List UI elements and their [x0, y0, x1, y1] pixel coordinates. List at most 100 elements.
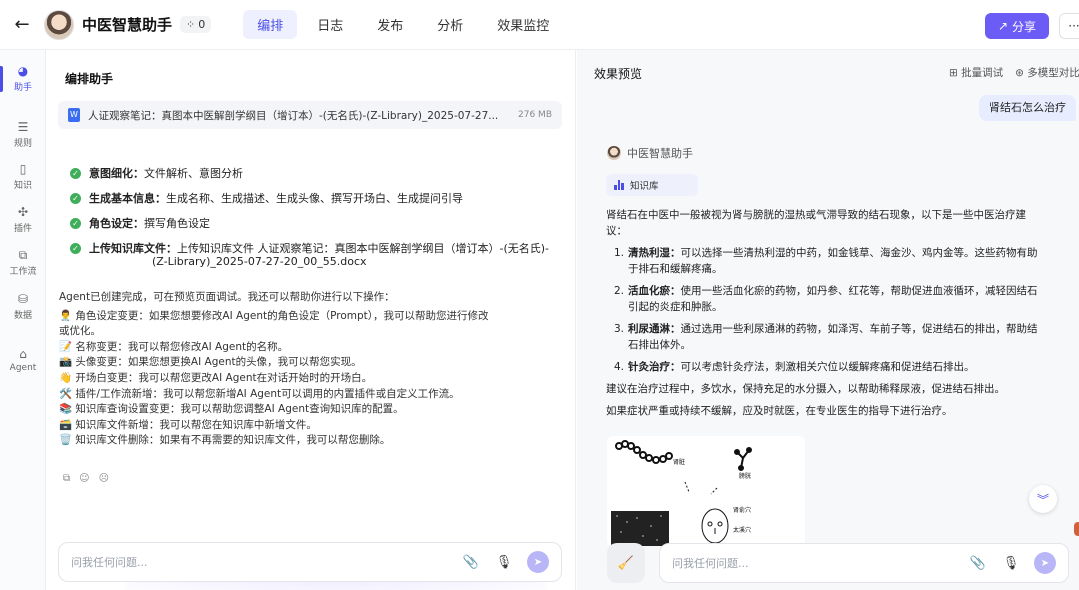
input-placeholder: 问我任何问题...	[71, 556, 148, 569]
checklist-item: ✓ 生成基本信息：生成名称、生成描述、生成头像、撰写开场白、生成提问引导	[70, 191, 550, 206]
treatment-list: 1. 清热利湿：可以选择一些清热利湿的中药，如金钱草、海金沙、鸡内金等。这些药物…	[606, 245, 1046, 375]
batch-debug-button[interactable]: ⊞ 批量调试	[949, 65, 1003, 80]
batch-icon: ⊞	[949, 67, 962, 79]
rail-item-rules[interactable]: ☰ 规则	[0, 120, 46, 149]
rail-label: Agent	[9, 363, 37, 373]
step-value: 通过选用一些利尿通淋的药物，如泽泻、车前子等，促进结石的排出，帮助结石排出体外。	[628, 323, 1038, 351]
message-line: 📸 头像变更：如果您想更换AI Agent的头像，我可以帮您实现。	[59, 356, 362, 369]
orchestration-panel: 编排助手 W 人证观察笔记：真图本中医解剖学纲目（增订本）-(无名氏)-(Z-L…	[46, 50, 576, 590]
message-line: 👋 开场白变更：我可以帮您更改AI Agent在对话开始时的开场白。	[59, 371, 373, 384]
rail-item-plugin[interactable]: ✣ 插件	[0, 205, 46, 234]
list-number: 1.	[614, 247, 625, 259]
compare-icon: ⊛	[1015, 67, 1028, 79]
send-icon[interactable]: ➤	[1034, 552, 1056, 574]
tab-orchestrate[interactable]: 编排	[243, 10, 298, 39]
share-button[interactable]: ↗ 分享	[985, 13, 1049, 39]
message-line: 或优化。	[59, 325, 101, 338]
check-icon: ✓	[70, 243, 81, 254]
message-line: 👨‍⚕️ 角色设定变更：如果您想要修改AI Agent的角色设定（Prompt）…	[59, 309, 489, 322]
thumbs-up-icon[interactable]: ☺	[79, 473, 89, 484]
tab-analytics[interactable]: 分析	[423, 10, 477, 39]
database-icon: ⛁	[17, 292, 29, 306]
team-icon: ⁘	[186, 18, 196, 31]
head-figure	[701, 508, 729, 544]
diagram-label: 肾脏	[673, 458, 685, 466]
knowledge-base-chip[interactable]: 知识库	[606, 174, 698, 196]
preview-title: 效果预览	[594, 67, 643, 81]
microphone-icon[interactable]: 🎙	[494, 552, 514, 572]
tab-publish[interactable]: 发布	[363, 10, 417, 39]
paperclip-icon[interactable]: 📎	[968, 553, 988, 573]
step-key: 活血化瘀：	[628, 285, 681, 297]
clear-chat-button[interactable]: 🧹	[607, 543, 645, 583]
thumbs-down-icon[interactable]: ☹	[99, 473, 109, 484]
answer-intro: 肾结石在中医中一般被视为肾与膀胱的湿热或气滞导致的结石现象，以下是一些中医治疗建	[606, 209, 1026, 221]
file-card[interactable]: W 人证观察笔记：真图本中医解剖学纲目（增订本）-(无名氏)-(Z-Librar…	[58, 101, 562, 129]
checklist-key: 意图细化：	[89, 167, 144, 180]
message-line: 📝 名称变更：我可以帮您修改AI Agent的名称。	[59, 340, 289, 353]
paperclip-icon[interactable]: 📎	[461, 552, 481, 572]
preview-panel: 效果预览 ⊞ 批量调试 ⊛ 多模型对比 肾结石怎么治疗 中医智慧助手 知识库 肾…	[577, 50, 1079, 590]
batch-debug-label: 批量调试	[961, 67, 1004, 79]
checklist-item-continuation: (Z-Library)_2025-07-27-20_00_55.docx	[70, 254, 550, 269]
check-icon: ✓	[70, 218, 81, 229]
checklist-value: 撰写角色设定	[144, 217, 210, 230]
message-line: 🗑️ 知识库文件删除：如果有不再需要的知识库文件，我可以帮您删除。	[59, 434, 391, 447]
orchestration-input[interactable]: 问我任何问题... 📎 🎙 ➤	[58, 542, 562, 582]
diagram-label: 太溪穴	[733, 526, 751, 534]
back-button[interactable]: ←	[0, 0, 44, 50]
more-button[interactable]: ···	[1059, 13, 1079, 39]
bot-header: 中医智慧助手	[607, 145, 693, 161]
left-rail: ◕ 助手 ☰ 规则 ▯ 知识 ✣ 插件 ⧉ 工作流 ⛁ 数据 ⌂ Agent	[0, 50, 46, 590]
anatomy-diagram: 肾脏 膀胱 肾俞穴 太溪穴	[611, 440, 752, 546]
team-count: 0	[198, 18, 206, 31]
copy-icon[interactable]: ⧉	[63, 473, 70, 484]
user-message: 肾结石怎么治疗	[979, 95, 1076, 121]
rail-item-workflow[interactable]: ⧉ 工作流	[0, 248, 46, 277]
advice-text: 如果症状严重或持续不缓解，应及时就医，在专业医生的指导下进行治疗。	[606, 405, 953, 417]
app-title: 中医智慧助手	[82, 16, 173, 34]
progress-checklist: ✓ 意图细化：文件解析、意图分析 ✓ 生成基本信息：生成名称、生成描述、生成头像…	[70, 166, 550, 279]
multi-model-label: 多模型对比	[1027, 67, 1079, 79]
step-value: 可以考虑针灸疗法，刺激相关穴位以缓解疼痛和促进结石排出。	[680, 361, 975, 373]
advice-text: 建议在治疗过程中，多饮水，保持充足的水分摄入，以帮助稀释尿液，促进结石排出。	[606, 383, 1005, 395]
floating-widget-handle[interactable]	[1074, 522, 1079, 536]
team-badge[interactable]: ⁘ 0	[180, 16, 212, 33]
check-icon: ✓	[70, 168, 81, 179]
tab-monitoring[interactable]: 效果监控	[483, 10, 563, 39]
step-key: 针灸治疗：	[628, 361, 681, 373]
message-line: 🛠️ 插件/工作流新增：我可以帮您新增AI Agent可以调用的内置插件或自定义…	[59, 387, 460, 400]
file-size: 276 MB	[518, 110, 552, 120]
bot-name: 中医智慧助手	[627, 147, 693, 160]
answer-intro: 议：	[606, 225, 627, 237]
scroll-down-button[interactable]: ︾	[1029, 485, 1057, 513]
checklist-key: 角色设定：	[89, 217, 144, 230]
rail-label: 助手	[13, 83, 32, 93]
send-icon[interactable]: ➤	[527, 551, 549, 573]
checklist-value: 文件解析、意图分析	[144, 167, 243, 180]
kidney-stone-chain	[615, 440, 673, 464]
share-label: 分享	[1012, 19, 1037, 34]
list-number: 4.	[614, 361, 625, 373]
preview-input[interactable]: 问我任何问题... 📎 🎙 ➤	[659, 543, 1069, 583]
app-avatar[interactable]	[44, 9, 74, 40]
panel-title: 编排助手	[65, 72, 114, 86]
microphone-icon[interactable]: 🎙	[1001, 553, 1021, 573]
bot-avatar	[607, 146, 621, 160]
diagram-label: 膀胱	[739, 472, 751, 480]
anatomy-diagram-image[interactable]: 肾脏 膀胱 肾俞穴 太溪穴	[607, 436, 805, 546]
multi-model-button[interactable]: ⊛ 多模型对比	[1015, 65, 1079, 80]
list-item: 3. 利尿通淋：通过选用一些利尿通淋的药物，如泽泻、车前子等，促进结石的排出，帮…	[606, 321, 1046, 353]
bot-answer: 肾结石在中医中一般被视为肾与膀胱的湿热或气滞导致的结石现象，以下是一些中医治疗建…	[606, 207, 1046, 419]
rail-item-knowledge[interactable]: ▯ 知识	[0, 162, 46, 191]
rules-icon: ☰	[17, 120, 29, 134]
rail-item-agent[interactable]: ⌂ Agent	[0, 347, 46, 373]
plugin-icon: ✣	[17, 205, 29, 219]
tab-logs[interactable]: 日志	[303, 10, 357, 39]
arrow-line	[710, 487, 718, 495]
rail-item-assistant[interactable]: ◕ 助手	[0, 64, 46, 93]
checklist-value: (Z-Library)_2025-07-27-20_00_55.docx	[152, 255, 367, 268]
word-doc-icon: W	[68, 108, 80, 122]
rail-item-data[interactable]: ⛁ 数据	[0, 292, 46, 321]
knowledge-icon: ▯	[19, 162, 27, 176]
